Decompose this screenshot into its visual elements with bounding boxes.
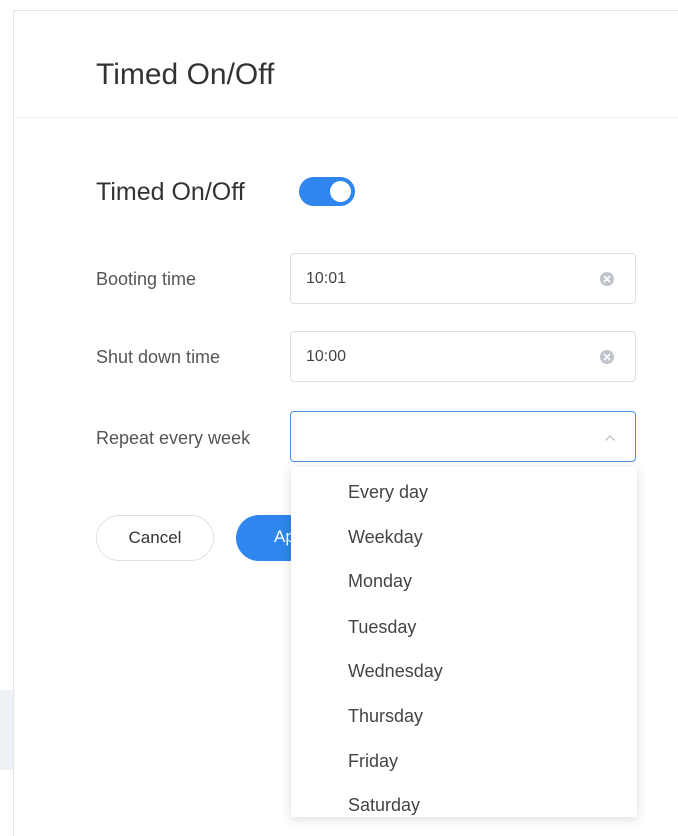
shutdown-time-label: Shut down time bbox=[96, 347, 221, 367]
dropdown-option-friday[interactable]: Friday bbox=[291, 741, 637, 781]
timed-on-off-toggle[interactable] bbox=[299, 177, 355, 206]
left-edge-strip bbox=[0, 690, 13, 770]
dropdown-option-thursday[interactable]: Thursday bbox=[291, 696, 637, 736]
toggle-knob bbox=[330, 181, 351, 202]
dropdown-option-every-day[interactable]: Every day bbox=[291, 472, 637, 512]
timed-on-off-dialog: Timed On/Off Timed On/Off Booting time 1… bbox=[0, 0, 678, 836]
booting-time-label: Booting time bbox=[96, 269, 197, 289]
page-title: Timed On/Off bbox=[96, 58, 275, 91]
dropdown-option-monday[interactable]: Monday bbox=[291, 561, 637, 601]
chevron-up-icon bbox=[605, 435, 615, 441]
dropdown-option-tuesday[interactable]: Tuesday bbox=[291, 607, 637, 647]
repeat-every-week-select[interactable] bbox=[290, 411, 636, 462]
clear-icon[interactable] bbox=[599, 271, 615, 287]
dropdown-option-weekday[interactable]: Weekday bbox=[291, 517, 637, 557]
shutdown-time-value: 10:00 bbox=[306, 348, 347, 365]
dropdown-option-wednesday[interactable]: Wednesday bbox=[291, 651, 637, 691]
repeat-options-dropdown: Every day Weekday Monday Tuesday Wednesd… bbox=[291, 467, 637, 817]
dropdown-option-saturday[interactable]: Saturday bbox=[291, 785, 637, 817]
clear-icon[interactable] bbox=[599, 349, 615, 365]
shutdown-time-input[interactable]: 10:00 bbox=[290, 331, 636, 382]
section-title: Timed On/Off bbox=[96, 178, 245, 206]
repeat-every-week-label: Repeat every week bbox=[96, 428, 251, 448]
booting-time-value: 10:01 bbox=[306, 270, 347, 287]
cancel-button[interactable]: Cancel bbox=[96, 515, 214, 561]
left-border bbox=[13, 10, 14, 836]
booting-time-input[interactable]: 10:01 bbox=[290, 253, 636, 304]
dialog-header: Timed On/Off bbox=[14, 11, 678, 118]
